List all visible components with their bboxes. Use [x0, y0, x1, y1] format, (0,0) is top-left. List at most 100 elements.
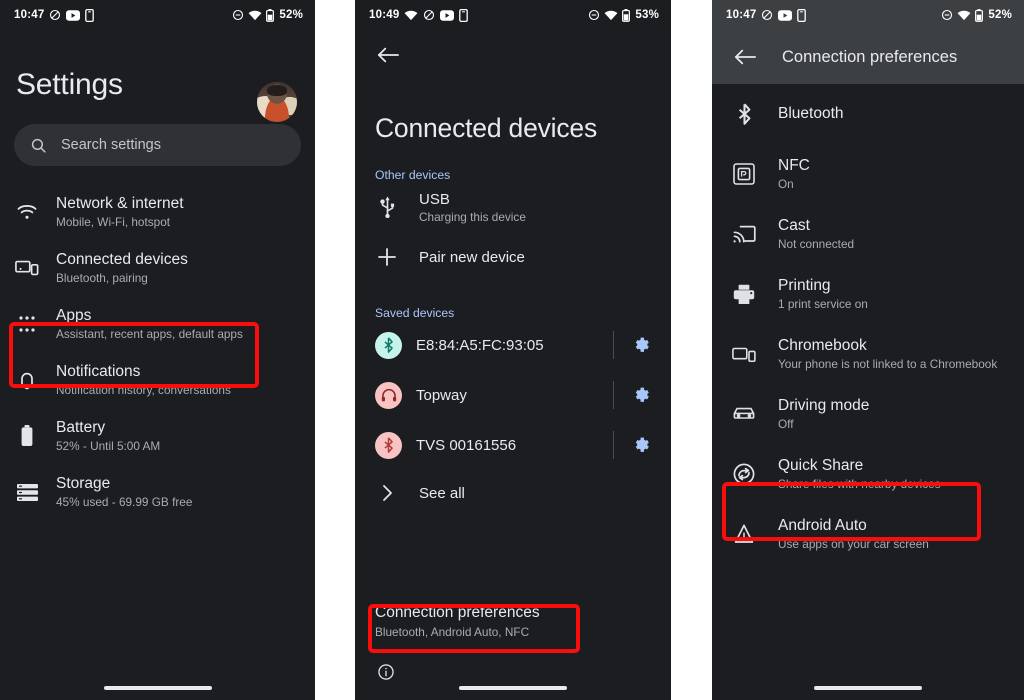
list-item-pair-new-device[interactable]: Pair new device	[355, 232, 671, 282]
sidebar-item-sublabel: 45% used - 69.99 GB free	[56, 495, 193, 510]
battery-icon	[622, 8, 631, 22]
list-item-sublabel: Charging this device	[419, 209, 526, 224]
list-item-sublabel: Off	[778, 417, 794, 432]
sidebar-item-storage[interactable]: Storage 45% used - 69.99 GB free	[0, 464, 315, 520]
wifi-icon	[604, 10, 618, 21]
sidebar-item-sublabel: Notification history, conversations	[56, 383, 231, 398]
avatar-hair	[267, 85, 287, 96]
list-item-bluetooth[interactable]: Bluetooth	[712, 84, 1024, 144]
storage-icon	[14, 479, 40, 505]
gear-icon[interactable]	[632, 436, 651, 455]
list-item-label: Quick Share	[778, 456, 864, 474]
list-item-label: Driving mode	[778, 396, 870, 414]
list-item-label: Printing	[778, 276, 831, 294]
battery-percent-label: 52%	[988, 9, 1012, 21]
panel-separator	[315, 0, 355, 700]
back-arrow-icon[interactable]	[355, 30, 399, 64]
minus-circle-icon	[588, 9, 600, 21]
row-divider	[613, 331, 614, 359]
avatar[interactable]	[257, 82, 297, 122]
saved-device-row[interactable]: E8:84:A5:FC:93:05	[355, 320, 671, 370]
youtube-icon	[440, 9, 455, 21]
app-bar: Connection preferences	[712, 30, 1024, 84]
list-item-android-auto[interactable]: Android Auto Use apps on your car screen	[712, 504, 1024, 564]
sidebar-item-battery[interactable]: Battery 52% - Until 5:00 AM	[0, 408, 315, 464]
saved-device-row[interactable]: TVS 00161556	[355, 420, 671, 470]
devices-icon	[14, 255, 40, 281]
wifi-icon	[957, 10, 971, 21]
search-icon	[30, 137, 47, 154]
list-item-sublabel: On	[778, 177, 794, 192]
sidebar-item-sublabel: Bluetooth, pairing	[56, 271, 148, 286]
android-auto-icon	[732, 522, 756, 546]
status-bar-clock: 10:47	[726, 9, 757, 21]
sidebar-item-apps[interactable]: Apps Assistant, recent apps, default app…	[0, 296, 315, 352]
list-item-label: Connection preferences	[375, 604, 540, 621]
device-icon	[85, 8, 95, 22]
wifi-icon	[14, 199, 40, 225]
back-arrow-icon[interactable]	[734, 48, 756, 66]
battery-percent-label: 52%	[279, 9, 303, 21]
sidebar-item-notifications[interactable]: Notifications Notification history, conv…	[0, 352, 315, 408]
sidebar-item-connected-devices[interactable]: Connected devices Bluetooth, pairing	[0, 240, 315, 296]
sidebar-item-label: Network & internet	[56, 194, 184, 212]
gear-icon[interactable]	[632, 336, 651, 355]
saved-device-label: Topway	[416, 386, 467, 404]
printer-icon	[732, 282, 756, 306]
see-all-label: See all	[419, 484, 465, 502]
sidebar-item-sublabel: Mobile, Wi-Fi, hotspot	[56, 215, 171, 230]
list-item-driving-mode[interactable]: Driving mode Off	[712, 384, 1024, 444]
sidebar-item-label: Battery	[56, 418, 106, 436]
gear-icon[interactable]	[632, 386, 651, 405]
list-item-connection-preferences[interactable]: Connection preferences Bluetooth, Androi…	[355, 604, 671, 639]
search-placeholder: Search settings	[61, 137, 161, 153]
saved-device-row[interactable]: Topway	[355, 370, 671, 420]
section-header-other-devices: Other devices	[375, 168, 451, 182]
list-item-cast[interactable]: Cast Not connected	[712, 204, 1024, 264]
sidebar-item-sublabel: 52% - Until 5:00 AM	[56, 439, 161, 454]
battery-icon	[14, 423, 40, 449]
screenshot-stage: 10:47 52% Settings Search settings Netwo…	[0, 0, 1024, 700]
status-bar-clock: 10:47	[14, 9, 45, 21]
list-item-chromebook[interactable]: Chromebook Your phone is not linked to a…	[712, 324, 1024, 384]
saved-device-label: TVS 00161556	[416, 436, 517, 454]
device-icon	[459, 8, 469, 22]
list-item-usb[interactable]: USB Charging this device	[355, 182, 671, 232]
info-circle-icon[interactable]	[377, 663, 395, 686]
dnd-slash-icon	[423, 9, 435, 21]
status-bar-clock: 10:49	[369, 9, 400, 21]
list-item-sublabel: Not connected	[778, 237, 855, 252]
car-icon	[732, 402, 756, 426]
chromebook-icon	[732, 342, 756, 366]
youtube-icon	[778, 9, 793, 21]
headset-icon	[375, 381, 402, 409]
gesture-bar[interactable]	[459, 686, 567, 690]
list-item-nfc[interactable]: NFC On	[712, 144, 1024, 204]
bluetooth-icon	[732, 102, 756, 126]
chevron-right-icon	[375, 481, 399, 505]
bluetooth-connected-icon	[375, 331, 402, 359]
sidebar-item-label: Storage	[56, 474, 111, 492]
device-icon	[797, 8, 807, 22]
list-item-quick-share[interactable]: Quick Share Share files with nearby devi…	[712, 444, 1024, 504]
minus-circle-icon	[941, 9, 953, 21]
gesture-bar[interactable]	[814, 686, 922, 690]
list-item-sublabel: Use apps on your car screen	[778, 537, 929, 552]
row-divider	[613, 431, 614, 459]
wifi-icon	[404, 10, 418, 21]
usb-icon	[375, 195, 399, 219]
search-input[interactable]: Search settings	[14, 124, 301, 166]
see-all-row[interactable]: See all	[355, 470, 671, 516]
gesture-bar[interactable]	[103, 686, 212, 690]
battery-percent-label: 53%	[635, 9, 659, 21]
list-item-label: Android Auto	[778, 516, 867, 534]
list-item-printing[interactable]: Printing 1 print service on	[712, 264, 1024, 324]
battery-icon	[266, 8, 275, 22]
sidebar-item-network-internet[interactable]: Network & internet Mobile, Wi-Fi, hotspo…	[0, 184, 315, 240]
dnd-slash-icon	[49, 9, 61, 21]
quick-share-icon	[732, 462, 756, 486]
settings-screen: 10:47 52% Settings Search settings Netwo…	[0, 0, 315, 700]
bell-icon	[14, 367, 40, 393]
dnd-slash-icon	[761, 9, 773, 21]
panel-separator	[671, 0, 712, 700]
